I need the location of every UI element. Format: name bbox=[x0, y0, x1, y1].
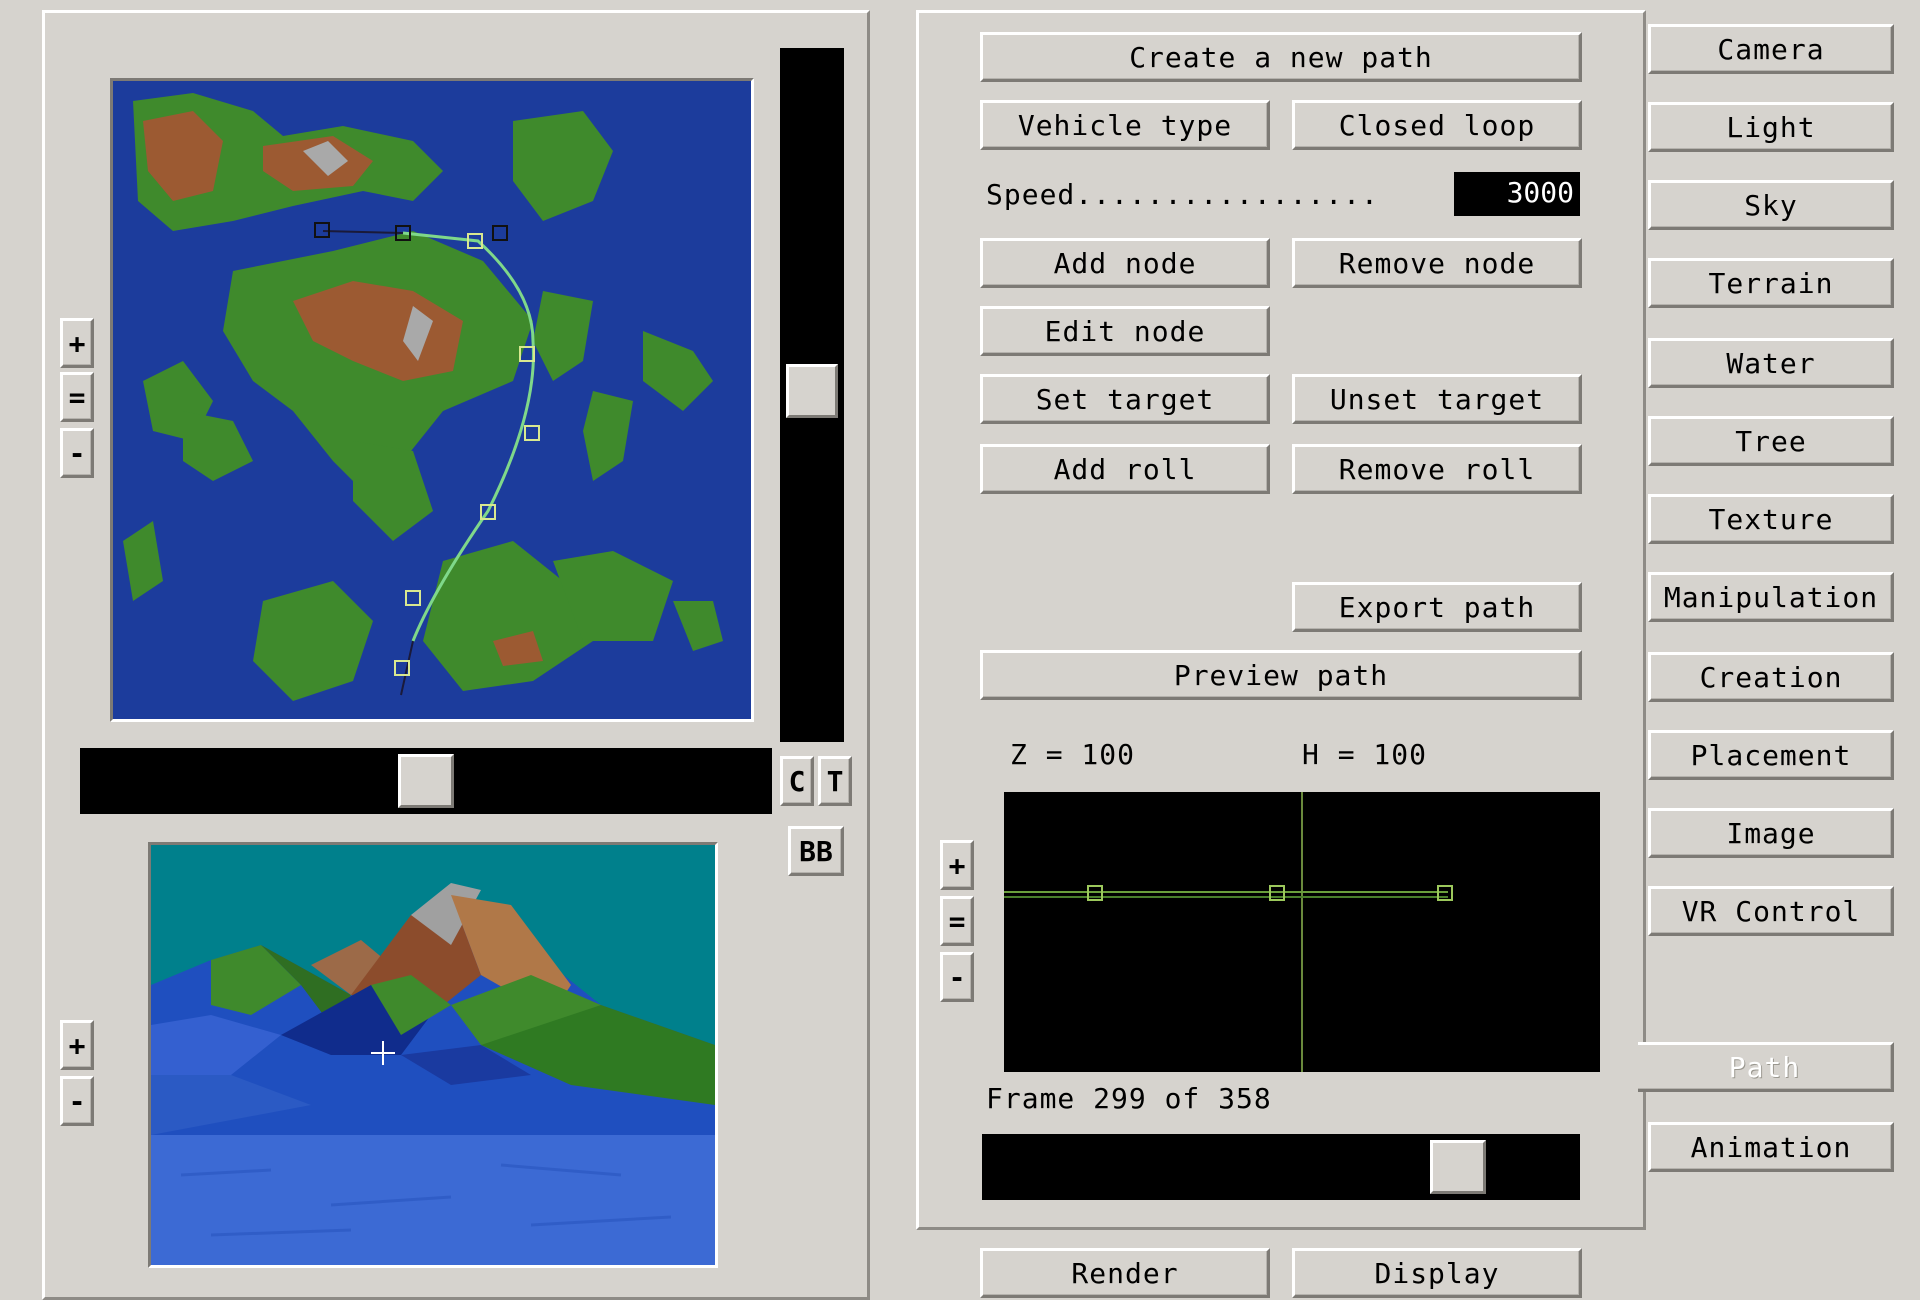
map-zoom-reset-button[interactable]: = bbox=[60, 372, 94, 422]
tab-animation[interactable]: Animation bbox=[1648, 1122, 1894, 1172]
unset-target-button[interactable]: Unset target bbox=[1292, 374, 1582, 424]
map-zoom-out-button[interactable]: - bbox=[60, 428, 94, 478]
tab-image[interactable]: Image bbox=[1648, 808, 1894, 858]
preview-viewport-frame bbox=[148, 842, 718, 1268]
speed-label: Speed................. bbox=[986, 178, 1379, 211]
tab-camera[interactable]: Camera bbox=[1648, 24, 1894, 74]
export-path-button[interactable]: Export path bbox=[1292, 582, 1582, 632]
profile-zoom-out-button[interactable]: - bbox=[940, 952, 974, 1002]
speed-input[interactable]: 3000 bbox=[1454, 172, 1580, 216]
path-profile-view[interactable] bbox=[1004, 792, 1600, 1072]
frame-slider[interactable] bbox=[982, 1134, 1580, 1200]
tab-light[interactable]: Light bbox=[1648, 102, 1894, 152]
edit-node-button[interactable]: Edit node bbox=[980, 306, 1270, 356]
preview-path-button[interactable]: Preview path bbox=[980, 650, 1582, 700]
view-zoom-in-button[interactable]: + bbox=[60, 1020, 94, 1070]
remove-roll-button[interactable]: Remove roll bbox=[1292, 444, 1582, 494]
render-button[interactable]: Render bbox=[980, 1248, 1270, 1298]
tab-manipulation[interactable]: Manipulation bbox=[1648, 572, 1894, 622]
tab-texture[interactable]: Texture bbox=[1648, 494, 1894, 544]
frame-slider-thumb[interactable] bbox=[1430, 1140, 1486, 1194]
frame-counter: Frame 299 of 358 bbox=[986, 1082, 1272, 1115]
bb-button[interactable]: BB bbox=[788, 826, 844, 876]
tab-sky[interactable]: Sky bbox=[1648, 180, 1894, 230]
t-button[interactable]: T bbox=[818, 756, 852, 806]
vehicle-type-button[interactable]: Vehicle type bbox=[980, 100, 1270, 150]
add-node-button[interactable]: Add node bbox=[980, 238, 1270, 288]
terrain-map[interactable] bbox=[113, 81, 751, 719]
c-button[interactable]: C bbox=[780, 756, 814, 806]
preview-viewport[interactable] bbox=[151, 845, 715, 1265]
create-path-button[interactable]: Create a new path bbox=[980, 32, 1582, 82]
add-roll-button[interactable]: Add roll bbox=[980, 444, 1270, 494]
tab-water[interactable]: Water bbox=[1648, 338, 1894, 388]
tab-creation[interactable]: Creation bbox=[1648, 652, 1894, 702]
view-zoom-out-button[interactable]: - bbox=[60, 1076, 94, 1126]
remove-node-button[interactable]: Remove node bbox=[1292, 238, 1582, 288]
vertical-slider[interactable] bbox=[780, 48, 844, 742]
terrain-map-frame bbox=[110, 78, 754, 722]
map-zoom-in-button[interactable]: + bbox=[60, 318, 94, 368]
vertical-slider-thumb[interactable] bbox=[786, 364, 838, 418]
tab-tree[interactable]: Tree bbox=[1648, 416, 1894, 466]
horizontal-slider-thumb[interactable] bbox=[398, 754, 454, 808]
profile-zoom-in-button[interactable]: + bbox=[940, 840, 974, 890]
horizontal-slider[interactable] bbox=[80, 748, 772, 814]
tab-path[interactable]: Path bbox=[1638, 1042, 1894, 1092]
h-readout: H = 100 bbox=[1302, 738, 1428, 771]
display-button[interactable]: Display bbox=[1292, 1248, 1582, 1298]
z-readout: Z = 100 bbox=[1010, 738, 1136, 771]
profile-zoom-reset-button[interactable]: = bbox=[940, 896, 974, 946]
tab-placement[interactable]: Placement bbox=[1648, 730, 1894, 780]
set-target-button[interactable]: Set target bbox=[980, 374, 1270, 424]
tab-vr-control[interactable]: VR Control bbox=[1648, 886, 1894, 936]
closed-loop-button[interactable]: Closed loop bbox=[1292, 100, 1582, 150]
tab-terrain[interactable]: Terrain bbox=[1648, 258, 1894, 308]
